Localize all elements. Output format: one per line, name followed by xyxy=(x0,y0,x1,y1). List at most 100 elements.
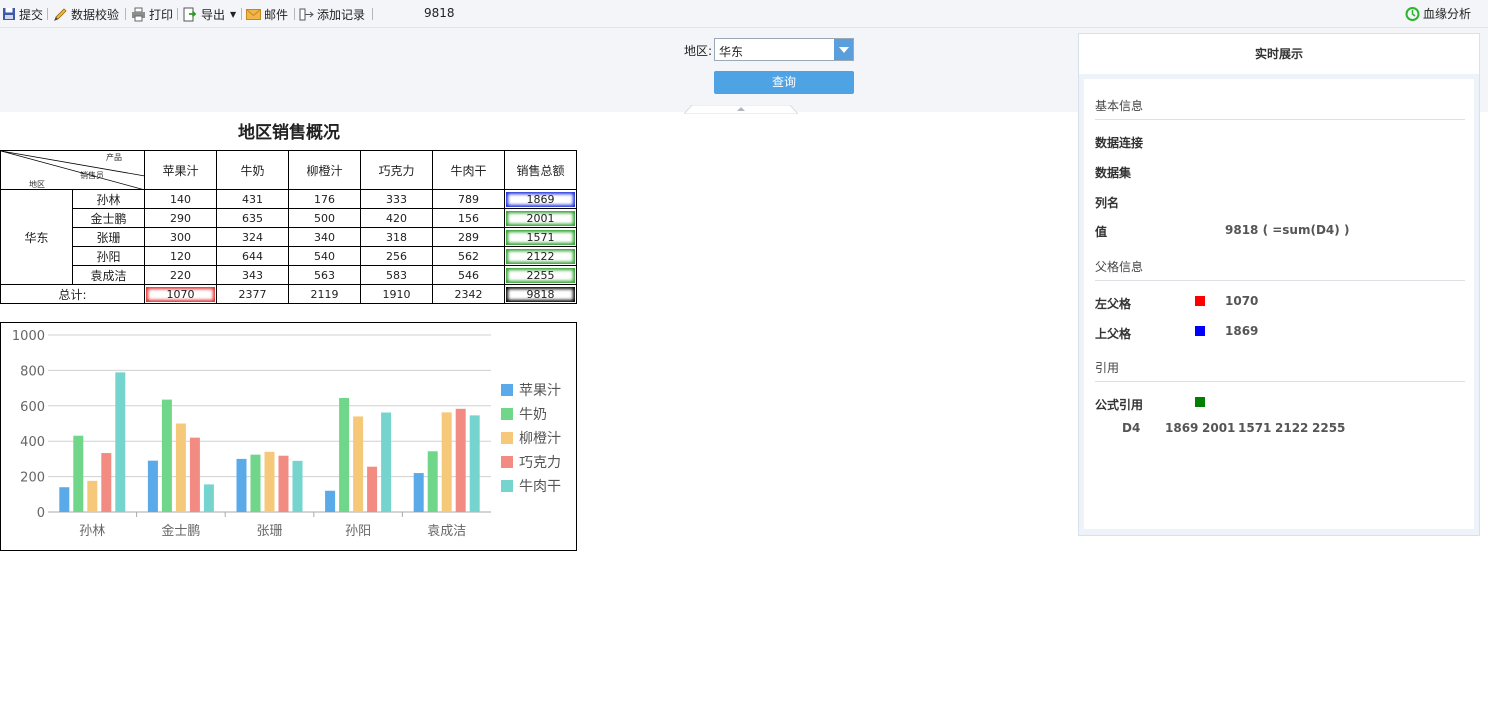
print-button[interactable]: 打印 xyxy=(131,5,173,23)
value-cell[interactable]: 635 xyxy=(216,208,289,228)
column-total-cell[interactable]: 2342 xyxy=(432,284,505,304)
sales-bar-chart: 0 200 400 600 800 1000 孙林 金士鹏 张珊 孙阳 袁成洁 苹果汁 牛奶 柳橙汁 巧克… xyxy=(0,322,577,551)
column-total-cell[interactable]: 2119 xyxy=(288,284,361,304)
export-button[interactable]: 导出 ▼ xyxy=(183,5,236,23)
x-tick-label: 孙阳 xyxy=(345,524,371,539)
row-total-cell[interactable]: 1869 xyxy=(504,189,577,209)
row-total-value: 2255 xyxy=(506,267,575,283)
add-record-button[interactable]: 添加记录 xyxy=(299,5,365,23)
row-total-value: 2001 xyxy=(506,210,575,226)
dataset-label: 数据集 xyxy=(1095,166,1132,180)
mail-button[interactable]: 邮件 xyxy=(246,5,288,23)
row-total-cell[interactable]: 2001 xyxy=(504,208,577,228)
top-parent-label: 上父格 xyxy=(1095,327,1132,341)
left-parent-color-swatch xyxy=(1195,296,1205,306)
region-cell[interactable]: 华东 xyxy=(0,189,73,285)
lineage-analysis-button[interactable]: 血缘分析 xyxy=(1405,5,1471,22)
salesman-cell[interactable]: 孙阳 xyxy=(72,246,145,266)
salesman-cell[interactable]: 袁成洁 xyxy=(72,265,145,285)
left-parent-label: 左父格 xyxy=(1095,297,1132,311)
value-cell[interactable]: 343 xyxy=(216,265,289,285)
chart-canvas: 0 200 400 600 800 1000 孙林 金士鹏 张珊 孙阳 袁成洁 xyxy=(12,329,491,539)
reference-cell: D4 xyxy=(1122,421,1141,435)
salesman-cell[interactable]: 金士鹏 xyxy=(72,208,145,228)
table-row: 张珊 300 324 340 318 289 1571 xyxy=(1,227,577,247)
value-cell[interactable]: 290 xyxy=(144,208,217,228)
value-cell[interactable]: 256 xyxy=(360,246,433,266)
column-header: 巧克力 xyxy=(360,150,433,190)
column-header: 销售总额 xyxy=(504,150,577,190)
value-cell[interactable]: 340 xyxy=(288,227,361,247)
legend-item[interactable]: 苹果汁 xyxy=(501,380,561,400)
salesman-cell[interactable]: 孙林 xyxy=(72,189,145,209)
row-total-cell[interactable]: 2122 xyxy=(504,246,577,266)
chart-bar xyxy=(353,416,364,512)
column-total-cell[interactable]: 1070 xyxy=(144,284,217,304)
value-cell[interactable]: 333 xyxy=(360,189,433,209)
mail-label: 邮件 xyxy=(264,7,289,22)
mail-icon xyxy=(246,7,261,22)
x-tick-label: 张珊 xyxy=(256,524,282,539)
salesman-cell[interactable]: 张珊 xyxy=(72,227,145,247)
chart-bar xyxy=(367,466,378,512)
region-select[interactable]: 华东 xyxy=(714,38,854,61)
corner-salesman-label: 销售员 xyxy=(80,171,104,180)
submit-button[interactable]: 提交 xyxy=(1,5,43,23)
value-cell[interactable]: 562 xyxy=(432,246,505,266)
legend-item[interactable]: 柳橙汁 xyxy=(501,428,561,448)
grand-total-value: 9818 xyxy=(506,286,575,302)
toolbar-divider xyxy=(241,8,242,20)
validate-label: 数据校验 xyxy=(71,7,120,22)
value-cell[interactable]: 789 xyxy=(432,189,505,209)
value-cell[interactable]: 583 xyxy=(360,265,433,285)
legend-item[interactable]: 牛奶 xyxy=(501,404,547,424)
save-icon xyxy=(1,7,16,22)
chart-bar xyxy=(161,399,172,512)
chart-bar xyxy=(278,455,289,512)
chart-bar xyxy=(189,437,200,512)
value-cell[interactable]: 500 xyxy=(288,208,361,228)
legend-item[interactable]: 巧克力 xyxy=(501,452,561,472)
column-total-cell[interactable]: 1910 xyxy=(360,284,433,304)
column-total-cell[interactable]: 2377 xyxy=(216,284,289,304)
basic-info-title: 基本信息 xyxy=(1095,99,1144,113)
chart-bar xyxy=(469,415,480,512)
grand-total-cell[interactable]: 9818 xyxy=(504,284,577,304)
value-cell[interactable]: 300 xyxy=(144,227,217,247)
print-label: 打印 xyxy=(149,7,174,22)
column-header: 苹果汁 xyxy=(144,150,217,190)
chart-bar xyxy=(339,398,350,512)
value-cell[interactable]: 420 xyxy=(360,208,433,228)
value-cell[interactable]: 324 xyxy=(216,227,289,247)
chart-bar xyxy=(381,412,392,512)
value-cell[interactable]: 563 xyxy=(288,265,361,285)
value-cell[interactable]: 120 xyxy=(144,246,217,266)
x-tick-label: 金士鹏 xyxy=(161,523,200,539)
value-cell[interactable]: 156 xyxy=(432,208,505,228)
formula-reference-color-swatch xyxy=(1195,397,1205,407)
toolbar: 提交 数据校验 打印 导出 ▼ 邮件 添加记录 9818 血缘分析 xyxy=(0,0,1488,28)
value-cell[interactable]: 318 xyxy=(360,227,433,247)
realtime-panel-body: 基本信息 数据连接 数据集 列名 值 9818 ( =sum(D4) ) 父格信… xyxy=(1084,79,1474,529)
y-tick-label: 0 xyxy=(37,506,45,521)
value-cell[interactable]: 431 xyxy=(216,189,289,209)
left-parent-value: 1070 xyxy=(1225,294,1259,308)
query-button[interactable]: 查询 xyxy=(714,71,854,94)
row-total-cell[interactable]: 2255 xyxy=(504,265,577,285)
row-total-cell[interactable]: 1571 xyxy=(504,227,577,247)
value-cell[interactable]: 220 xyxy=(144,265,217,285)
legend-swatch xyxy=(501,480,513,492)
validate-button[interactable]: 数据校验 xyxy=(53,5,119,23)
chart-bar xyxy=(413,473,424,512)
value-cell[interactable]: 540 xyxy=(288,246,361,266)
legend-label: 牛奶 xyxy=(519,407,547,423)
legend-item[interactable]: 牛肉干 xyxy=(501,476,561,496)
chart-bar xyxy=(455,408,466,512)
value-cell[interactable]: 546 xyxy=(432,265,505,285)
value-cell[interactable]: 140 xyxy=(144,189,217,209)
value-cell[interactable]: 644 xyxy=(216,246,289,266)
value-cell[interactable]: 289 xyxy=(432,227,505,247)
collapse-panel-toggle[interactable] xyxy=(682,103,800,115)
chevron-down-icon[interactable] xyxy=(834,39,853,60)
value-cell[interactable]: 176 xyxy=(288,189,361,209)
